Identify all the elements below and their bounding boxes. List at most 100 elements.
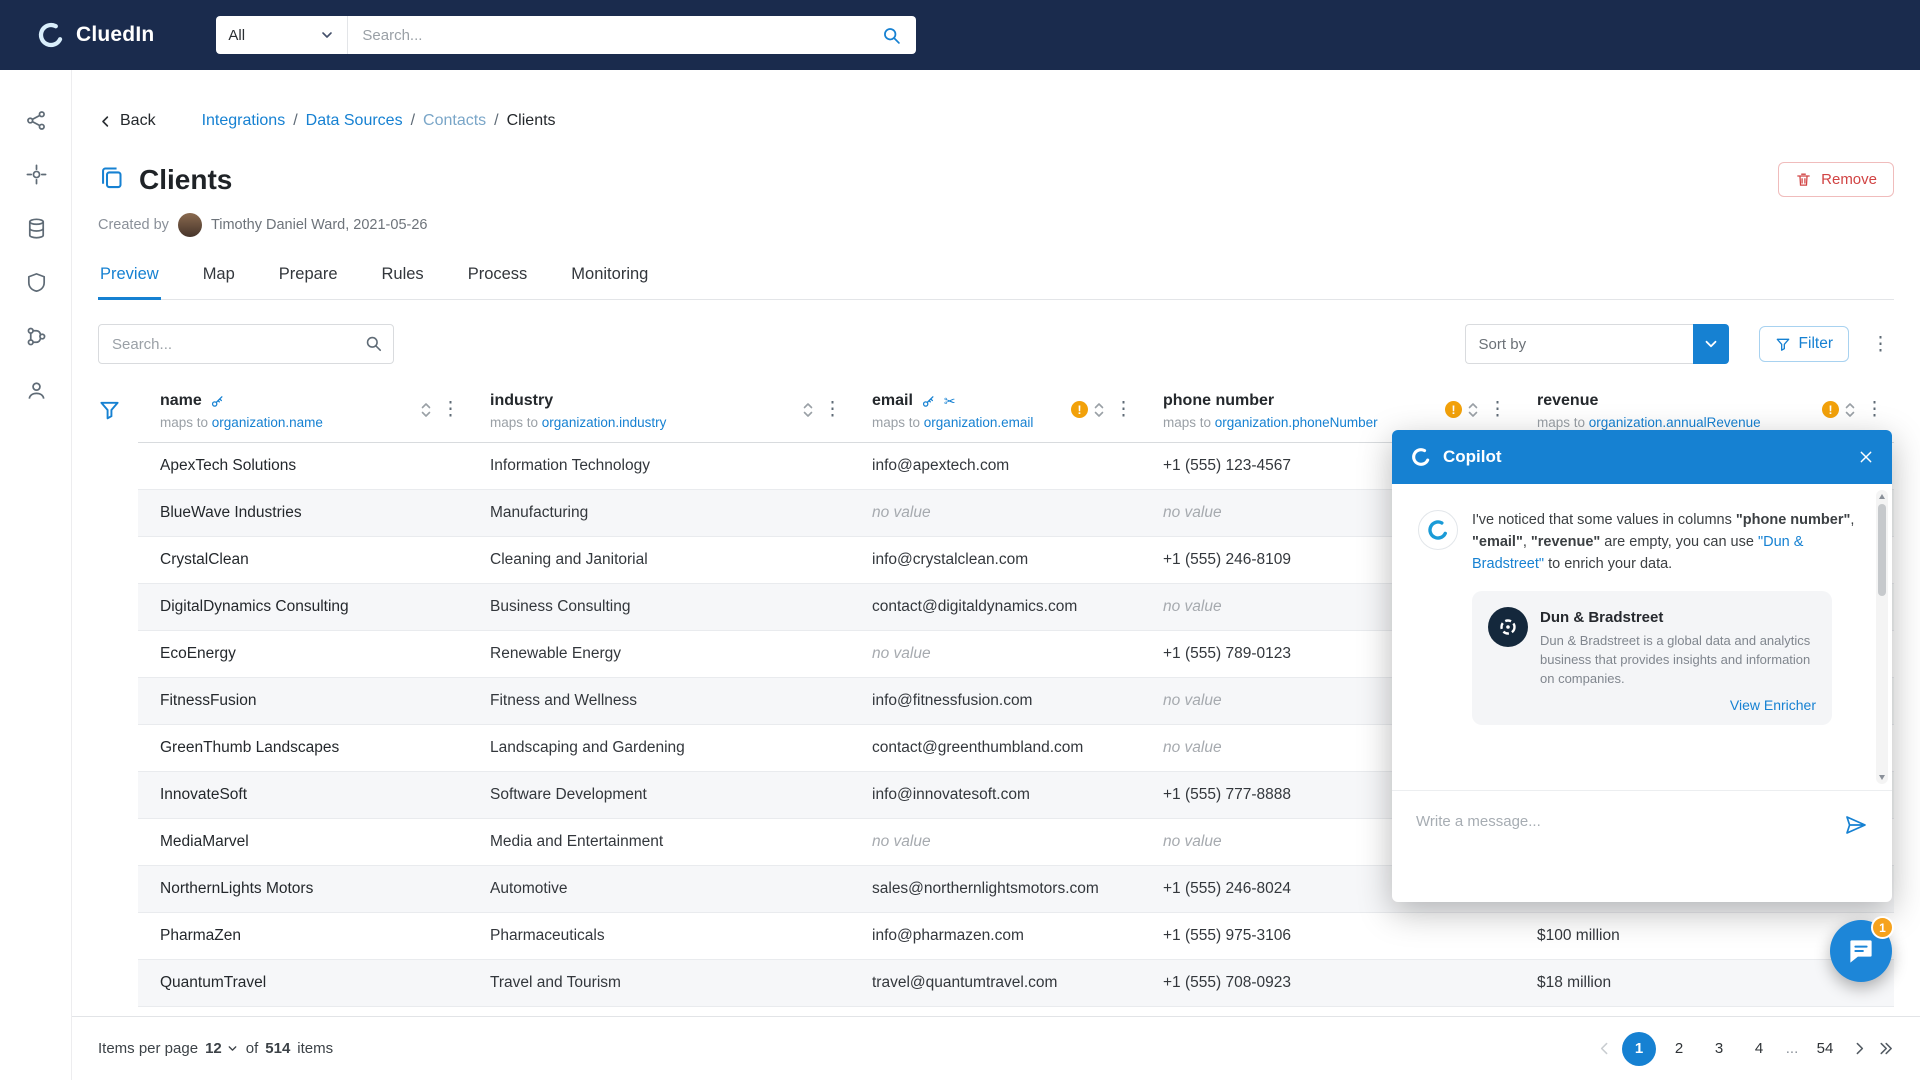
view-enricher-link[interactable]: View Enricher: [1730, 697, 1816, 713]
sort-by-dropdown-button[interactable]: [1693, 324, 1729, 364]
page-button[interactable]: 1: [1622, 1032, 1656, 1066]
funnel-icon[interactable]: [98, 398, 121, 421]
sidebar-item-nodes[interactable]: [0, 93, 72, 147]
breadcrumb-integrations[interactable]: Integrations: [202, 112, 286, 130]
search-scope-select[interactable]: All: [216, 16, 348, 54]
column-kebab-icon[interactable]: ⋮: [819, 398, 846, 421]
table-row[interactable]: QuantumTravel Travel and Tourism travel@…: [138, 960, 1894, 1007]
sort-icon[interactable]: [420, 400, 432, 420]
nodes-icon: [25, 109, 48, 132]
cell-email: no value: [852, 819, 1143, 865]
pagination-bar: Items per page 12 of 514 items 1234...54: [72, 1016, 1920, 1080]
breadcrumb-current: Clients: [507, 112, 556, 130]
sidebar-item-hierarchy[interactable]: [0, 309, 72, 363]
column-label: phone number: [1163, 392, 1274, 410]
created-prefix: Created by: [98, 217, 169, 233]
sort-icon[interactable]: [1844, 400, 1856, 420]
maps-to-link[interactable]: organization.industry: [542, 415, 667, 430]
column-kebab-icon[interactable]: ⋮: [1861, 398, 1888, 421]
sort-by-label: Sort by: [1479, 336, 1527, 353]
cell-industry: Business Consulting: [470, 584, 852, 630]
global-search-button[interactable]: [866, 16, 916, 54]
cell-industry: Manufacturing: [470, 490, 852, 536]
tab-process[interactable]: Process: [466, 265, 530, 300]
sort-icon[interactable]: [1467, 400, 1479, 420]
next-page-icon[interactable]: [1851, 1040, 1868, 1057]
maps-to-link[interactable]: organization.annualRevenue: [1589, 415, 1761, 430]
cell-industry: Cleaning and Janitorial: [470, 537, 852, 583]
column-header-email: email ✂ maps to organization.email ! ⋮: [852, 382, 1143, 443]
copilot-message-input[interactable]: [1416, 813, 1832, 830]
maps-to-prefix: maps to: [160, 415, 208, 430]
column-kebab-icon[interactable]: ⋮: [1484, 398, 1511, 421]
close-icon[interactable]: [1858, 449, 1874, 465]
maps-to-prefix: maps to: [1537, 415, 1585, 430]
filter-label: Filter: [1799, 335, 1833, 353]
maps-to-link[interactable]: organization.email: [924, 415, 1034, 430]
page-button[interactable]: 4: [1742, 1032, 1776, 1066]
table-row[interactable]: PharmaZen Pharmaceuticals info@pharmazen…: [138, 913, 1894, 960]
column-kebab-icon[interactable]: ⋮: [437, 398, 464, 421]
table-search: [98, 324, 394, 364]
send-icon[interactable]: [1844, 813, 1868, 837]
column-label: industry: [490, 392, 553, 410]
column-kebab-icon[interactable]: ⋮: [1110, 398, 1137, 421]
tab-prepare[interactable]: Prepare: [277, 265, 340, 300]
column-header-industry: industry maps to organization.industry ⋮: [470, 382, 852, 443]
breadcrumb-row: Back Integrations / Data Sources / Conta…: [98, 112, 1894, 130]
cell-name: ApexTech Solutions: [138, 443, 470, 489]
maps-to-prefix: maps to: [872, 415, 920, 430]
breadcrumb-data-sources[interactable]: Data Sources: [306, 112, 403, 130]
cell-industry: Renewable Energy: [470, 631, 852, 677]
shield-icon: [25, 271, 48, 294]
sidebar-item-database[interactable]: [0, 201, 72, 255]
sidebar-item-target[interactable]: [0, 147, 72, 201]
back-button[interactable]: Back: [98, 112, 156, 130]
toolbar-kebab-icon[interactable]: ⋮: [1867, 333, 1894, 356]
cell-industry: Media and Entertainment: [470, 819, 852, 865]
scissors-icon: ✂: [944, 394, 956, 408]
maps-to-link[interactable]: organization.name: [212, 415, 323, 430]
global-search-input[interactable]: [348, 16, 866, 54]
cell-industry: Fitness and Wellness: [470, 678, 852, 724]
page-button[interactable]: 54: [1808, 1032, 1842, 1066]
cell-email: info@innovatesoft.com: [852, 772, 1143, 818]
chat-fab-button[interactable]: 1: [1830, 920, 1892, 982]
breadcrumb-separator: /: [293, 112, 297, 130]
sort-icon[interactable]: [802, 400, 814, 420]
tab-preview[interactable]: Preview: [98, 265, 161, 300]
remove-button[interactable]: Remove: [1778, 162, 1894, 197]
key-icon: [921, 394, 936, 409]
scrollbar-thumb[interactable]: [1878, 504, 1886, 596]
page-button[interactable]: 2: [1662, 1032, 1696, 1066]
last-page-icon[interactable]: [1877, 1040, 1894, 1057]
breadcrumb-contacts[interactable]: Contacts: [423, 112, 486, 130]
cluedin-ring-icon: [1410, 446, 1432, 468]
remove-label: Remove: [1821, 171, 1877, 188]
cluedin-logo[interactable]: CluedIn: [36, 20, 154, 50]
sort-icon[interactable]: [1093, 400, 1105, 420]
tab-monitoring[interactable]: Monitoring: [569, 265, 650, 300]
table-search-input[interactable]: [98, 324, 394, 364]
items-per-page: Items per page 12 of 514 items: [98, 1040, 333, 1057]
warning-icon: !: [1445, 401, 1462, 418]
topbar: CluedIn All: [0, 0, 1920, 70]
chevron-left-icon: [98, 114, 113, 129]
sort-by-select[interactable]: Sort by: [1465, 324, 1729, 364]
created-row: Created by Timothy Daniel Ward, 2021-05-…: [98, 213, 1894, 237]
sidebar-item-shield[interactable]: [0, 255, 72, 309]
scroll-up-icon[interactable]: [1879, 494, 1885, 499]
logo-text: CluedIn: [76, 23, 154, 47]
items-per-page-select[interactable]: 12: [205, 1040, 239, 1057]
page-button[interactable]: 3: [1702, 1032, 1736, 1066]
sidebar-item-user[interactable]: [0, 363, 72, 417]
filter-button[interactable]: Filter: [1759, 326, 1849, 362]
warning-icon: !: [1071, 401, 1088, 418]
tab-rules[interactable]: Rules: [380, 265, 426, 300]
cell-email: contact@greenthumbland.com: [852, 725, 1143, 771]
cell-email: info@pharmazen.com: [852, 913, 1143, 959]
copilot-panel: Copilot I've noticed that some values in…: [1392, 430, 1892, 902]
tab-map[interactable]: Map: [201, 265, 237, 300]
scroll-down-icon[interactable]: [1879, 775, 1885, 780]
maps-to-link[interactable]: organization.phoneNumber: [1215, 415, 1378, 430]
